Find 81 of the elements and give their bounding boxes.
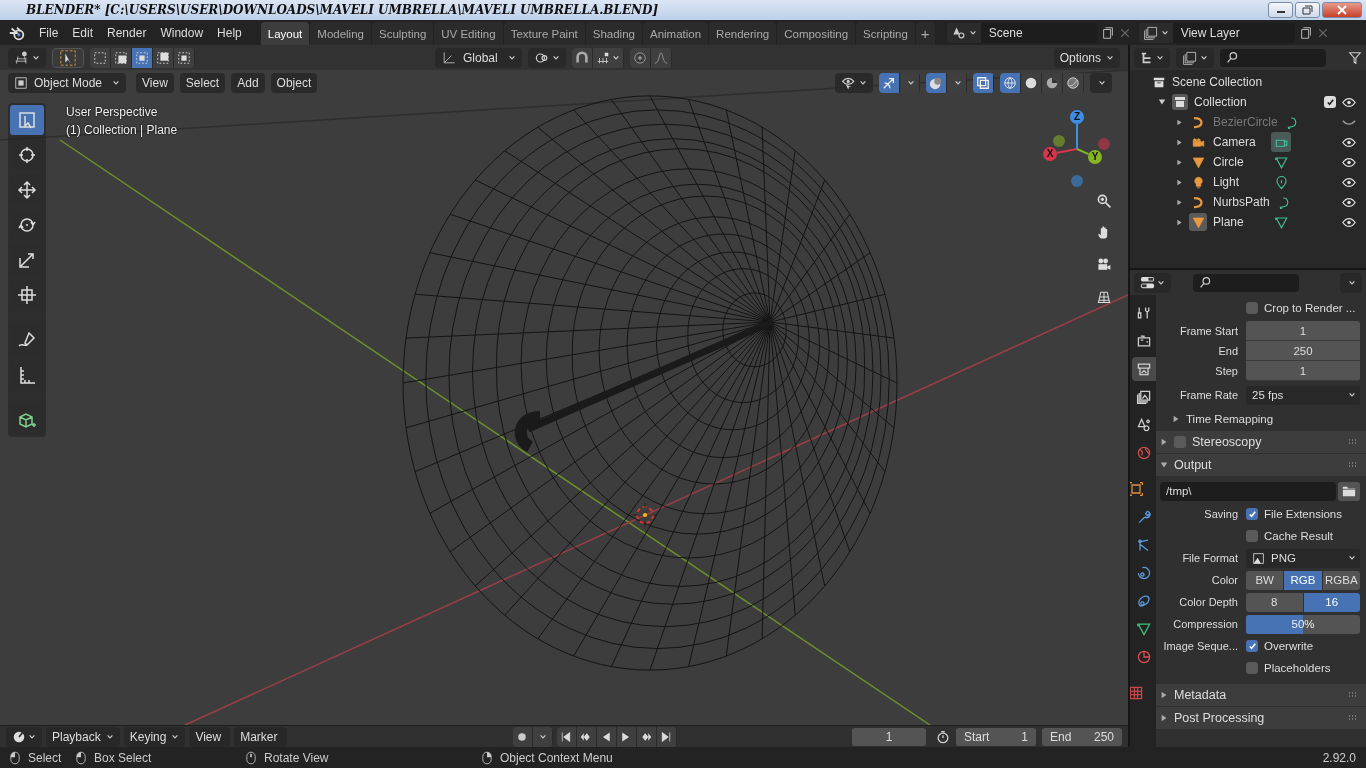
menu-item[interactable]: Window	[153, 21, 211, 44]
shortcut-hint: Object Context Menu	[500, 750, 613, 765]
color-depth-button[interactable]: 8	[1246, 592, 1303, 612]
view-perspective-label: User Perspective	[66, 105, 159, 119]
collection-label[interactable]: Collection	[1194, 95, 1318, 109]
panel-header[interactable]: Metadata	[1156, 684, 1366, 706]
file-format-dropdown[interactable]: PNG	[1246, 548, 1360, 568]
view-layer-name-field[interactable]: View Layer	[1172, 22, 1295, 43]
timeline-menu-item[interactable]: Marker	[234, 727, 287, 747]
panel-title: Stereoscopy	[1192, 435, 1262, 449]
viewport-menu-item[interactable]: Add	[231, 72, 265, 93]
field-label: Frame Start	[1178, 325, 1238, 337]
color-mode-button[interactable]: BW	[1246, 570, 1284, 590]
object-name[interactable]: Light	[1213, 175, 1265, 189]
start-frame-field[interactable]: Start 1	[956, 728, 1036, 746]
field-label: Step	[1214, 365, 1238, 377]
mode-dropdown[interactable]: Object Mode	[8, 72, 127, 93]
field-label: Frame Rate	[1178, 389, 1238, 401]
subpanel-header[interactable]: Time Remapping	[1172, 413, 1274, 425]
workspace-tab[interactable]: Compositing	[777, 22, 856, 45]
scene-name-field[interactable]: Scene	[980, 22, 1097, 43]
workspace-tab[interactable]: Layout	[260, 22, 310, 45]
active-object-label: (1) Collection | Plane	[66, 123, 178, 137]
timeline-menu-item[interactable]: Playback	[46, 727, 120, 747]
menu-item[interactable]: Render	[100, 21, 154, 44]
timeline-menu-item[interactable]: View	[189, 727, 231, 747]
workspace-tab[interactable]: Rendering	[709, 22, 777, 45]
color-mode-button[interactable]: RGB	[1284, 570, 1322, 590]
workspace-tab[interactable]: UV Editing	[434, 22, 503, 45]
workspace-tab[interactable]: Animation	[642, 22, 709, 45]
frame-rate-dropdown[interactable]: 25 fps	[1246, 385, 1360, 405]
checkbox-label[interactable]: Placeholders	[1264, 662, 1331, 674]
checkbox-label[interactable]: Crop to Render ...	[1264, 302, 1356, 314]
options-dropdown[interactable]: Options	[1053, 47, 1120, 68]
object-name[interactable]: Plane	[1213, 215, 1265, 229]
compression-slider[interactable]: 50%	[1246, 614, 1360, 634]
number-field[interactable]: 1	[1246, 321, 1360, 341]
field-label: File Format	[1181, 552, 1238, 564]
shortcut-hint: Box Select	[94, 750, 152, 765]
panel-header[interactable]: Stereoscopy	[1156, 431, 1366, 453]
shortcut-hint: Select	[28, 750, 62, 765]
field-label: Color Depth	[1178, 596, 1238, 608]
panel-title: Post Processing	[1174, 711, 1265, 725]
field-label: End	[1217, 345, 1238, 357]
panel-header[interactable]: Post Processing	[1156, 707, 1366, 729]
transform-orientation-dropdown[interactable]: Global	[435, 47, 522, 68]
output-path-field[interactable]: /tmp\	[1160, 481, 1336, 501]
panel-title: Output	[1174, 458, 1212, 472]
field-label: Compression	[1172, 618, 1238, 630]
color-depth-button[interactable]: 16	[1303, 592, 1360, 612]
color-mode-button[interactable]: RGBA	[1322, 570, 1360, 590]
viewport-menu-item[interactable]: View	[136, 72, 174, 93]
scene-collection-label[interactable]: Scene Collection	[1172, 75, 1263, 89]
menu-item[interactable]: Help	[210, 21, 249, 44]
number-field[interactable]: 1	[1246, 361, 1360, 381]
workspace-tab[interactable]: Shading	[585, 22, 642, 45]
workspace-tab[interactable]: Scripting	[856, 22, 915, 45]
field-label: Saving	[1204, 508, 1238, 520]
object-name[interactable]: Camera	[1213, 135, 1265, 149]
add-workspace-button[interactable]: +	[915, 22, 935, 45]
number-field[interactable]: 250	[1246, 341, 1360, 361]
checkbox-label[interactable]: File Extensions	[1264, 508, 1342, 520]
workspace-tab[interactable]: Sculpting	[371, 22, 434, 45]
checkbox-label[interactable]: Cache Result	[1264, 530, 1334, 542]
object-name[interactable]: NurbsPath	[1213, 195, 1270, 209]
field-label: Color	[1210, 574, 1238, 586]
workspace-tab[interactable]: Modeling	[310, 22, 371, 45]
version-label: 2.92.0	[1322, 750, 1356, 765]
panel-title: Metadata	[1174, 688, 1227, 702]
field-label: Image Seque...	[1163, 640, 1238, 652]
menu-item[interactable]: Edit	[65, 21, 101, 44]
timeline-menu-item[interactable]: Keying	[123, 727, 186, 747]
window-title: BLENDER* [C:\USERS\USER\DOWNLOADS\MAVELI UMBRELLA\MAVELI UMBRELLA.BLEND]	[26, 3, 659, 17]
panel-header[interactable]: Output	[1156, 454, 1366, 476]
menu-item[interactable]: File	[32, 21, 66, 44]
workspace-tab[interactable]: Texture Paint	[503, 22, 585, 45]
end-frame-field[interactable]: End 250	[1042, 728, 1122, 746]
checkbox-label[interactable]: Overwrite	[1264, 640, 1314, 652]
object-name[interactable]: Circle	[1213, 155, 1265, 169]
shortcut-hint: Rotate View	[264, 750, 329, 765]
current-frame-field[interactable]: 1	[852, 728, 926, 746]
